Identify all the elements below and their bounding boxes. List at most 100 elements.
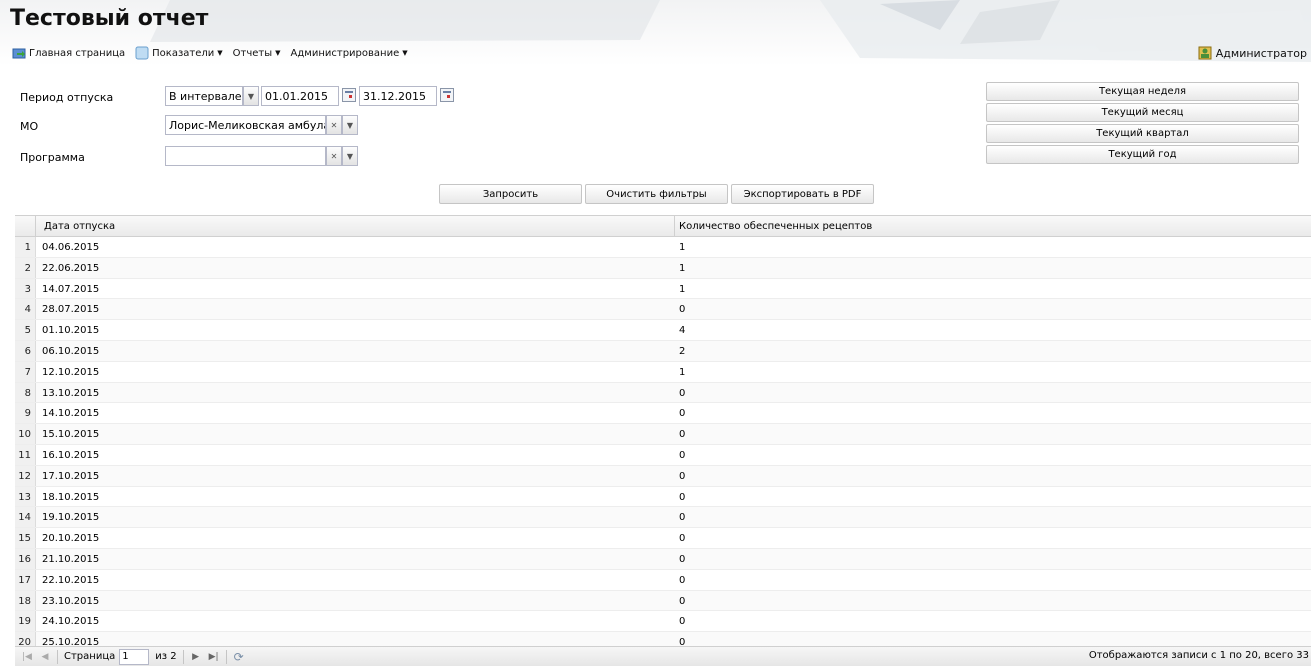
count-cell: 0 [679,429,686,441]
separator [57,649,58,664]
table-row[interactable]: 6 06.10.2015 2 [15,340,1311,362]
table-row[interactable]: 10 15.10.2015 0 [15,424,1311,445]
count-cell: 4 [679,325,686,337]
date-cell: 25.10.2015 [42,637,100,646]
grid-body: 1 04.06.2015 1 2 22.06.2015 1 3 14.07.2015 1 4 28.… [15,237,1311,646]
menu-administration-label: Администрирование [290,47,400,59]
period-mode-select[interactable]: В интервале [165,86,243,106]
row-number-header [15,216,36,237]
count-cell: 0 [679,574,686,586]
menu-reports[interactable]: Отчеты ▼ [233,48,281,59]
first-page-icon[interactable]: |◀ [21,651,33,663]
table-row[interactable]: 17 22.10.2015 0 [15,569,1311,591]
table-row[interactable]: 4 28.07.2015 0 [15,299,1311,321]
menu-reports-label: Отчеты [232,47,273,59]
current-week-button[interactable]: Текущая неделя [986,82,1299,101]
row-number: 17 [15,569,36,590]
query-button[interactable]: Запросить [439,184,582,204]
table-row[interactable]: 14 19.10.2015 0 [15,507,1311,529]
date-cell: 22.06.2015 [42,262,100,274]
period-mode-dropdown[interactable]: ▼ [243,86,259,106]
count-cell: 2 [679,345,686,357]
calendar-icon[interactable] [342,88,356,102]
table-row[interactable]: 15 20.10.2015 0 [15,528,1311,549]
program-dropdown[interactable]: ▼ [342,146,358,166]
chevron-down-icon: ▼ [247,91,255,101]
count-cell: 1 [679,283,686,295]
row-number: 8 [15,382,36,403]
next-page-icon[interactable]: ▶ [190,651,202,663]
program-clear[interactable]: ✕ [326,146,342,166]
table-row[interactable]: 1 04.06.2015 1 [15,237,1311,258]
date-cell: 17.10.2015 [42,470,100,482]
table-row[interactable]: 3 14.07.2015 1 [15,278,1311,300]
current-month-button[interactable]: Текущий месяц [986,103,1299,122]
clear-filters-button[interactable]: Очистить фильтры [585,184,728,204]
count-cell: 1 [679,242,686,253]
chevron-down-icon: ▼ [217,49,223,57]
calendar-icon[interactable] [440,88,454,102]
table-row[interactable]: 2 22.06.2015 1 [15,257,1311,279]
row-number: 9 [15,403,36,424]
column-header-count[interactable]: Количество обеспеченных рецептов [676,216,1311,237]
indicators-icon [135,46,149,60]
user-menu[interactable]: Администратор [1198,42,1307,64]
menu-administration[interactable]: Администрирование ▼ [291,48,408,59]
count-cell: 0 [679,304,686,316]
date-cell: 22.10.2015 [42,574,100,586]
column-header-date[interactable]: Дата отпуска [37,216,675,237]
prev-page-icon[interactable]: ◀ [39,651,51,663]
count-cell: 0 [679,408,686,420]
table-row[interactable]: 5 01.10.2015 4 [15,320,1311,341]
table-row[interactable]: 13 18.10.2015 0 [15,486,1311,508]
count-cell: 1 [679,262,686,274]
date-from-field[interactable]: 01.01.2015 [261,86,339,106]
date-cell: 04.06.2015 [42,242,100,253]
menu-indicators[interactable]: Показатели ▼ [135,46,223,60]
user-name: Администратор [1215,46,1307,60]
date-cell: 19.10.2015 [42,512,100,524]
date-cell: 21.10.2015 [42,553,100,565]
table-row[interactable]: 7 12.10.2015 1 [15,361,1311,383]
count-cell: 0 [679,616,686,628]
mo-clear[interactable]: ✕ [326,115,342,135]
date-cell: 01.10.2015 [42,325,100,337]
program-label: Программа [20,151,85,164]
menu-home[interactable]: Главная страница [12,46,125,60]
table-row[interactable]: 18 23.10.2015 0 [15,590,1311,612]
table-row[interactable]: 11 16.10.2015 0 [15,444,1311,466]
row-number: 15 [15,528,36,548]
menu-home-label: Главная страница [29,47,126,59]
table-row[interactable]: 16 21.10.2015 0 [15,548,1311,570]
date-to-field[interactable]: 31.12.2015 [359,86,437,106]
table-row[interactable]: 12 17.10.2015 0 [15,465,1311,487]
menu-indicators-label: Показатели [152,47,215,59]
table-row[interactable]: 20 25.10.2015 0 [15,632,1311,646]
program-select[interactable] [165,146,326,166]
current-quarter-button[interactable]: Текущий квартал [986,124,1299,143]
mo-label: МО [20,120,39,133]
row-number: 16 [15,548,36,569]
export-pdf-button[interactable]: Экспортировать в PDF [731,184,874,204]
page-count: из 2 [155,651,177,662]
table-row[interactable]: 19 24.10.2015 0 [15,611,1311,633]
mo-dropdown[interactable]: ▼ [342,115,358,135]
refresh-icon[interactable]: ⟳ [233,650,245,664]
last-page-icon[interactable]: ▶| [208,651,220,663]
count-cell: 0 [679,637,686,646]
count-cell: 0 [679,387,686,399]
row-number: 4 [15,299,36,320]
date-cell: 24.10.2015 [42,616,100,628]
date-cell: 14.07.2015 [42,283,100,295]
current-year-button[interactable]: Текущий год [986,145,1299,164]
row-number: 13 [15,486,36,507]
table-row[interactable]: 8 13.10.2015 0 [15,382,1311,404]
row-number: 5 [15,320,36,340]
page-number-input[interactable]: 1 [119,648,150,665]
separator [182,649,184,664]
date-cell: 13.10.2015 [42,387,100,399]
row-number: 11 [15,444,36,465]
mo-select[interactable]: Лорис-Меликовская амбулат [165,115,326,135]
table-row[interactable]: 9 14.10.2015 0 [15,403,1311,425]
app-title: Тестовый отчет [10,6,209,31]
